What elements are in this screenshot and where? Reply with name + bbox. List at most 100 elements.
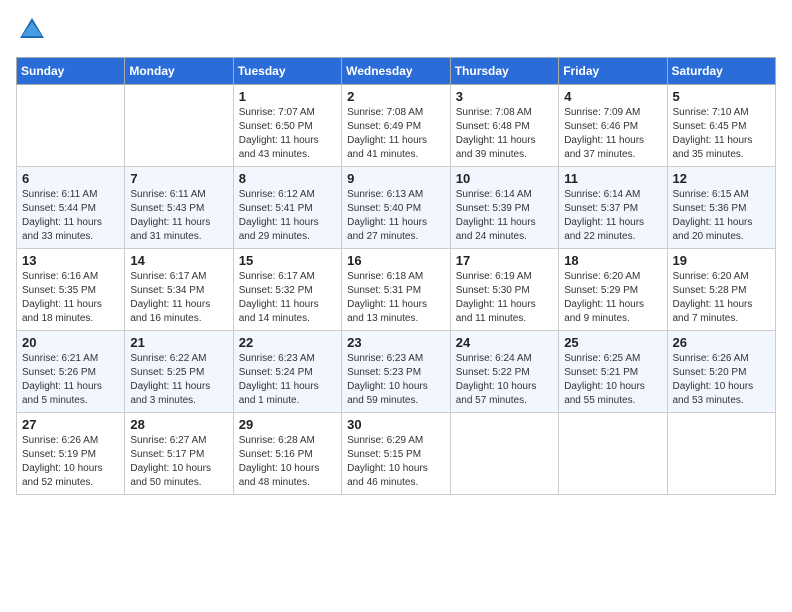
calendar-cell: 22 Sunrise: 6:23 AMSunset: 5:24 PMDayligh… xyxy=(233,331,341,413)
calendar-day-header: Sunday xyxy=(17,58,125,85)
calendar-day-header: Thursday xyxy=(450,58,558,85)
day-info: Sunrise: 6:26 AMSunset: 5:20 PMDaylight:… xyxy=(673,352,771,408)
calendar-cell: 25 Sunrise: 6:25 AMSunset: 5:21 PMDayligh… xyxy=(559,331,667,413)
calendar-cell: 14 Sunrise: 6:17 AMSunset: 5:34 PMDayligh… xyxy=(125,249,233,331)
logo-icon xyxy=(18,16,46,44)
calendar-day-header: Monday xyxy=(125,58,233,85)
day-number: 4 xyxy=(564,89,661,104)
calendar-week-row: 6 Sunrise: 6:11 AMSunset: 5:44 PMDaylight… xyxy=(17,167,776,249)
calendar-cell: 13 Sunrise: 6:16 AMSunset: 5:35 PMDayligh… xyxy=(17,249,125,331)
day-number: 8 xyxy=(239,171,336,186)
day-info: Sunrise: 7:08 AMSunset: 6:49 PMDaylight:… xyxy=(347,106,445,162)
day-number: 22 xyxy=(239,335,336,350)
day-number: 25 xyxy=(564,335,661,350)
day-info: Sunrise: 7:08 AMSunset: 6:48 PMDaylight:… xyxy=(456,106,553,162)
calendar-day-header: Saturday xyxy=(667,58,776,85)
day-info: Sunrise: 6:26 AMSunset: 5:19 PMDaylight:… xyxy=(22,434,119,490)
calendar-cell: 18Sunrise: 6:20 AMSunset: 5:29 PMDayligh… xyxy=(559,249,667,331)
calendar-week-row: 20Sunrise: 6:21 AMSunset: 5:26 PMDayligh… xyxy=(17,331,776,413)
calendar-week-row: 27 Sunrise: 6:26 AMSunset: 5:19 PMDayligh… xyxy=(17,413,776,495)
day-info: Sunrise: 6:12 AMSunset: 5:41 PMDaylight:… xyxy=(239,188,336,244)
calendar-cell: 21Sunrise: 6:22 AMSunset: 5:25 PMDayligh… xyxy=(125,331,233,413)
day-number: 2 xyxy=(347,89,445,104)
calendar-cell: 7 Sunrise: 6:11 AMSunset: 5:43 PMDaylight… xyxy=(125,167,233,249)
day-info: Sunrise: 6:19 AMSunset: 5:30 PMDaylight:… xyxy=(456,270,553,326)
calendar-header-row: SundayMondayTuesdayWednesdayThursdayFrid… xyxy=(17,58,776,85)
day-number: 15 xyxy=(239,253,336,268)
day-number: 7 xyxy=(130,171,227,186)
calendar-day-header: Friday xyxy=(559,58,667,85)
calendar-cell: 1Sunrise: 7:07 AMSunset: 6:50 PMDaylight… xyxy=(233,85,341,167)
day-info: Sunrise: 6:16 AMSunset: 5:35 PMDaylight:… xyxy=(22,270,119,326)
calendar-week-row: 1Sunrise: 7:07 AMSunset: 6:50 PMDaylight… xyxy=(17,85,776,167)
calendar-cell xyxy=(450,413,558,495)
day-number: 24 xyxy=(456,335,553,350)
day-number: 6 xyxy=(22,171,119,186)
day-number: 14 xyxy=(130,253,227,268)
day-info: Sunrise: 6:13 AMSunset: 5:40 PMDaylight:… xyxy=(347,188,445,244)
day-info: Sunrise: 6:15 AMSunset: 5:36 PMDaylight:… xyxy=(673,188,771,244)
day-info: Sunrise: 6:17 AMSunset: 5:34 PMDaylight:… xyxy=(130,270,227,326)
page-header xyxy=(16,16,776,49)
day-info: Sunrise: 6:17 AMSunset: 5:32 PMDaylight:… xyxy=(239,270,336,326)
calendar-week-row: 13 Sunrise: 6:16 AMSunset: 5:35 PMDayligh… xyxy=(17,249,776,331)
calendar-cell: 10Sunrise: 6:14 AMSunset: 5:39 PMDayligh… xyxy=(450,167,558,249)
day-info: Sunrise: 6:20 AMSunset: 5:29 PMDaylight:… xyxy=(564,270,661,326)
calendar-cell: 15 Sunrise: 6:17 AMSunset: 5:32 PMDayligh… xyxy=(233,249,341,331)
calendar-cell: 28Sunrise: 6:27 AMSunset: 5:17 PMDayligh… xyxy=(125,413,233,495)
calendar-cell xyxy=(125,85,233,167)
day-info: Sunrise: 6:29 AMSunset: 5:15 PMDaylight:… xyxy=(347,434,445,490)
day-info: Sunrise: 7:10 AMSunset: 6:45 PMDaylight:… xyxy=(673,106,771,162)
calendar-cell: 17 Sunrise: 6:19 AMSunset: 5:30 PMDayligh… xyxy=(450,249,558,331)
day-number: 13 xyxy=(22,253,119,268)
calendar-cell: 23 Sunrise: 6:23 AMSunset: 5:23 PMDayligh… xyxy=(342,331,451,413)
logo-text xyxy=(16,16,46,49)
day-info: Sunrise: 6:23 AMSunset: 5:24 PMDaylight:… xyxy=(239,352,336,408)
day-info: Sunrise: 6:22 AMSunset: 5:25 PMDaylight:… xyxy=(130,352,227,408)
calendar-cell xyxy=(17,85,125,167)
calendar-cell: 11Sunrise: 6:14 AMSunset: 5:37 PMDayligh… xyxy=(559,167,667,249)
day-number: 12 xyxy=(673,171,771,186)
day-info: Sunrise: 6:25 AMSunset: 5:21 PMDaylight:… xyxy=(564,352,661,408)
day-number: 9 xyxy=(347,171,445,186)
day-info: Sunrise: 7:09 AMSunset: 6:46 PMDaylight:… xyxy=(564,106,661,162)
logo xyxy=(16,16,46,49)
calendar-cell: 16 Sunrise: 6:18 AMSunset: 5:31 PMDayligh… xyxy=(342,249,451,331)
day-number: 16 xyxy=(347,253,445,268)
calendar-cell: 5 Sunrise: 7:10 AMSunset: 6:45 PMDaylight… xyxy=(667,85,776,167)
day-info: Sunrise: 6:23 AMSunset: 5:23 PMDaylight:… xyxy=(347,352,445,408)
day-number: 29 xyxy=(239,417,336,432)
calendar-cell: 26 Sunrise: 6:26 AMSunset: 5:20 PMDayligh… xyxy=(667,331,776,413)
day-number: 30 xyxy=(347,417,445,432)
day-info: Sunrise: 6:14 AMSunset: 5:37 PMDaylight:… xyxy=(564,188,661,244)
day-info: Sunrise: 6:28 AMSunset: 5:16 PMDaylight:… xyxy=(239,434,336,490)
calendar-day-header: Wednesday xyxy=(342,58,451,85)
calendar-cell: 12 Sunrise: 6:15 AMSunset: 5:36 PMDayligh… xyxy=(667,167,776,249)
calendar-cell: 27 Sunrise: 6:26 AMSunset: 5:19 PMDayligh… xyxy=(17,413,125,495)
day-number: 1 xyxy=(239,89,336,104)
day-info: Sunrise: 6:20 AMSunset: 5:28 PMDaylight:… xyxy=(673,270,771,326)
day-number: 19 xyxy=(673,253,771,268)
calendar-day-header: Tuesday xyxy=(233,58,341,85)
day-number: 28 xyxy=(130,417,227,432)
day-number: 17 xyxy=(456,253,553,268)
calendar-cell: 29 Sunrise: 6:28 AMSunset: 5:16 PMDayligh… xyxy=(233,413,341,495)
calendar-cell: 9 Sunrise: 6:13 AMSunset: 5:40 PMDaylight… xyxy=(342,167,451,249)
day-number: 5 xyxy=(673,89,771,104)
calendar-cell xyxy=(667,413,776,495)
day-number: 10 xyxy=(456,171,553,186)
calendar-cell: 6 Sunrise: 6:11 AMSunset: 5:44 PMDaylight… xyxy=(17,167,125,249)
calendar-cell: 3 Sunrise: 7:08 AMSunset: 6:48 PMDaylight… xyxy=(450,85,558,167)
day-number: 27 xyxy=(22,417,119,432)
day-number: 3 xyxy=(456,89,553,104)
calendar-cell: 4 Sunrise: 7:09 AMSunset: 6:46 PMDaylight… xyxy=(559,85,667,167)
day-info: Sunrise: 6:11 AMSunset: 5:43 PMDaylight:… xyxy=(130,188,227,244)
day-info: Sunrise: 6:11 AMSunset: 5:44 PMDaylight:… xyxy=(22,188,119,244)
calendar-table: SundayMondayTuesdayWednesdayThursdayFrid… xyxy=(16,57,776,495)
day-number: 26 xyxy=(673,335,771,350)
calendar-cell: 2 Sunrise: 7:08 AMSunset: 6:49 PMDaylight… xyxy=(342,85,451,167)
day-number: 20 xyxy=(22,335,119,350)
day-info: Sunrise: 6:18 AMSunset: 5:31 PMDaylight:… xyxy=(347,270,445,326)
day-number: 23 xyxy=(347,335,445,350)
day-info: Sunrise: 6:24 AMSunset: 5:22 PMDaylight:… xyxy=(456,352,553,408)
